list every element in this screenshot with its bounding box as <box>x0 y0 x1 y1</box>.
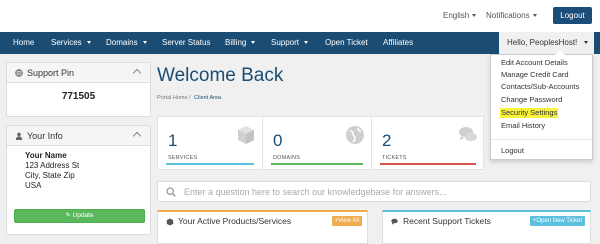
update-label: Update <box>72 212 94 219</box>
nav-label: Services <box>51 38 82 47</box>
support-pin-panel: Support Pin 771505 <box>6 62 151 117</box>
view-all-button[interactable]: +View All <box>331 216 362 226</box>
notifications-label: Notifications <box>486 11 530 20</box>
nav-item-billing[interactable]: Billing <box>225 32 256 54</box>
stats-tiles: 1 SERVICES 0 DOMAINS 2 TICKETS <box>157 116 484 170</box>
nav-item-server-status[interactable]: Server Status <box>162 32 210 54</box>
language-label: English <box>443 11 470 20</box>
pencil-icon: ✎ <box>65 212 71 219</box>
card-title: Recent Support Tickets <box>403 216 491 226</box>
breadcrumb-current: Client Area <box>194 95 222 101</box>
stat-value: 1 <box>168 131 178 150</box>
nav-label: Open Ticket <box>325 38 368 47</box>
stat-label: TICKETS <box>382 155 407 161</box>
stat-tile-domains[interactable]: 0 DOMAINS <box>263 117 372 169</box>
chevron-down-icon <box>251 41 256 45</box>
button-label: Open New Ticket <box>536 218 582 224</box>
dropdown-arrow <box>555 50 565 55</box>
collapse-chevron-icon[interactable] <box>132 68 142 78</box>
menu-item-manage-credit-card[interactable]: Manage Credit Card <box>501 70 569 80</box>
open-new-ticket-button[interactable]: +Open New Ticket <box>529 216 585 226</box>
stat-tile-services[interactable]: 1 SERVICES <box>158 117 263 169</box>
comments-icon <box>391 218 399 226</box>
nav-label: Affiliates <box>383 38 414 47</box>
breadcrumb: Portal Home / Client Area <box>157 95 221 101</box>
knowledgebase-search[interactable]: Enter a question here to search our know… <box>157 181 591 202</box>
user-icon <box>15 132 23 140</box>
nav-label: Support <box>271 38 300 47</box>
account-name: Your Name <box>25 151 67 160</box>
update-button[interactable]: ✎ Update <box>14 209 145 223</box>
button-label: View All <box>338 218 359 224</box>
address-line-1: 123 Address St <box>25 161 80 170</box>
panel-title: Support Pin <box>27 68 75 78</box>
cube-icon <box>166 218 174 226</box>
user-greeting: Hello, PeoplesHost! <box>507 38 578 47</box>
language-selector[interactable]: English <box>443 11 477 20</box>
card-title: Your Active Products/Services <box>178 216 292 226</box>
chevron-down-icon <box>304 41 309 45</box>
nav-label: Domains <box>106 38 138 47</box>
chevron-down-icon <box>142 41 147 45</box>
main-navbar: Home Services Domains Server Status Bill… <box>0 32 600 54</box>
menu-item-contacts-sub-accounts[interactable]: Contacts/Sub-Accounts <box>501 82 579 92</box>
address-line-2: City, State Zip <box>25 171 75 180</box>
top-bar: English Notifications Logout <box>0 0 600 32</box>
support-tickets-card: Recent Support Tickets +Open New Ticket <box>382 210 591 244</box>
menu-item-edit-account-details[interactable]: Edit Account Details <box>501 58 568 68</box>
search-input[interactable]: Enter a question here to search our know… <box>184 182 447 202</box>
globe-icon <box>15 69 23 77</box>
support-pin-value: 771505 <box>61 91 96 102</box>
nav-label: Billing <box>225 38 247 47</box>
your-info-panel: Your Info Your Name 123 Address St City,… <box>6 125 151 235</box>
breadcrumb-home[interactable]: Portal Home <box>157 95 188 101</box>
nav-item-services[interactable]: Services <box>51 32 91 54</box>
globe-icon <box>345 125 365 145</box>
stat-value: 0 <box>273 131 283 150</box>
stat-label: DOMAINS <box>273 155 301 161</box>
stat-bar <box>271 163 363 165</box>
chevron-down-icon <box>584 41 588 44</box>
address-country: USA <box>25 181 42 190</box>
user-dropdown-menu: Edit Account Details Manage Credit Card … <box>490 50 593 160</box>
nav-label: Home <box>13 38 35 47</box>
user-menu-toggle[interactable]: Hello, PeoplesHost! <box>499 32 594 54</box>
panel-header: Your Info <box>7 126 150 146</box>
collapse-chevron-icon[interactable] <box>132 131 142 141</box>
nav-item-domains[interactable]: Domains <box>106 32 147 54</box>
stat-value: 2 <box>382 131 392 150</box>
chevron-down-icon <box>86 41 91 45</box>
menu-item-logout[interactable]: Logout <box>501 146 524 156</box>
notifications-menu[interactable]: Notifications <box>486 11 537 20</box>
nav-label: Server Status <box>162 38 211 47</box>
menu-item-security-settings[interactable]: Security Settings <box>500 108 559 118</box>
cube-icon <box>236 125 256 145</box>
stat-tile-tickets[interactable]: 2 TICKETS <box>372 117 484 169</box>
nav-item-open-ticket[interactable]: Open Ticket <box>325 32 368 54</box>
stat-bar <box>166 163 254 165</box>
nav-item-home[interactable]: Home <box>13 32 34 54</box>
stat-bar <box>380 163 476 165</box>
active-products-card: Your Active Products/Services +View All <box>157 210 368 244</box>
panel-header: Support Pin <box>7 63 150 83</box>
panel-title: Your Info <box>27 131 63 141</box>
search-icon <box>166 187 176 197</box>
nav-item-support[interactable]: Support <box>271 32 309 54</box>
nav-item-affiliates[interactable]: Affiliates <box>383 32 413 54</box>
comments-icon <box>458 125 478 145</box>
breadcrumb-separator: / <box>189 95 193 101</box>
stat-label: SERVICES <box>168 155 198 161</box>
menu-item-email-history[interactable]: Email History <box>501 121 545 131</box>
menu-item-change-password[interactable]: Change Password <box>501 95 562 105</box>
menu-divider <box>491 139 592 140</box>
chevron-down-icon <box>472 14 477 18</box>
address-block: Your Name 123 Address St City, State Zip… <box>25 151 79 191</box>
page-title: Welcome Back <box>157 65 284 86</box>
chevron-down-icon <box>532 14 537 18</box>
logout-button[interactable]: Logout <box>553 7 592 24</box>
